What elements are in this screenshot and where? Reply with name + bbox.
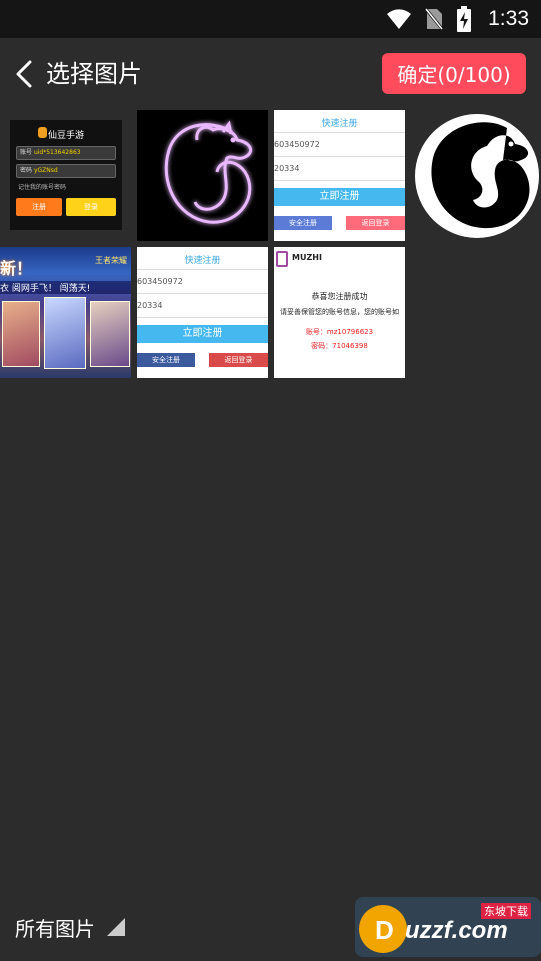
image-thumbnail-7[interactable]: MUZHI 恭喜您注册成功 请妥善保管您的账号信息，您的账号如 账号：mz107… bbox=[274, 247, 405, 378]
remember-checkbox-text: 记住我的账号密码 bbox=[18, 184, 67, 191]
watermark-tag: 东坡下载 bbox=[481, 903, 531, 919]
battery-charging-icon bbox=[457, 6, 472, 32]
secure-register-image: 安全注册 bbox=[274, 216, 332, 230]
account-text: 账号：mz10796623 bbox=[305, 328, 374, 336]
banner-tagline: 衣 阅网手飞！ 闯荡天! bbox=[0, 281, 131, 294]
album-selector[interactable]: 所有图片 bbox=[15, 913, 95, 942]
divider bbox=[274, 156, 405, 157]
chevron-left-icon bbox=[16, 60, 32, 88]
form-field-1: 603450972 bbox=[274, 140, 320, 149]
image-thumbnail-2[interactable] bbox=[137, 110, 268, 241]
image-thumbnail-3[interactable]: 快速注册 603450972 20334 立即注册 安全注册 返回登录 bbox=[274, 110, 405, 241]
login-button-image: 登录 bbox=[66, 198, 116, 216]
hero-card-3 bbox=[90, 301, 130, 367]
divider bbox=[137, 293, 268, 294]
status-bar: 1:33 bbox=[0, 0, 541, 38]
clock: 1:33 bbox=[488, 7, 529, 30]
wifi-icon bbox=[387, 9, 412, 29]
form-field-2: 20334 bbox=[274, 164, 300, 173]
notice-text: 请妥善保管您的账号信息，您的账号如 bbox=[280, 308, 399, 316]
register-button-image: 注册 bbox=[16, 198, 62, 216]
watermark-brand-text: uzzf.com bbox=[405, 917, 508, 944]
image-thumbnail-4[interactable] bbox=[411, 110, 541, 241]
submit-button-image: 立即注册 bbox=[137, 325, 268, 343]
squirrel-glow-logo-icon bbox=[164, 120, 253, 224]
triangle-down-icon[interactable] bbox=[107, 918, 125, 936]
image-thumbnail-5[interactable]: 新！ 王者荣耀 衣 阅网手飞！ 闯荡天! bbox=[0, 247, 131, 378]
muzhi-logo-icon bbox=[276, 251, 288, 267]
account-label: 账号 bbox=[20, 149, 33, 156]
login-screenshot: 仙豆手游 账号 uid*513642863 密码 yGZNsd 记住我的账号密码… bbox=[10, 120, 122, 230]
squirrel-logo-icon bbox=[415, 114, 539, 238]
back-login-image: 返回登录 bbox=[346, 216, 405, 230]
divider bbox=[137, 317, 268, 318]
back-login-image: 返回登录 bbox=[209, 353, 268, 367]
site-watermark: D uzzf.com 东坡下载 bbox=[355, 893, 541, 959]
app-logo-icon bbox=[38, 127, 47, 138]
password-text: 密码：71046398 bbox=[311, 342, 368, 350]
image-thumbnail-1[interactable]: 仙豆手游 账号 uid*513642863 密码 yGZNsd 记住我的账号密码… bbox=[0, 110, 131, 241]
page-title: 选择图片 bbox=[46, 60, 142, 88]
no-sim-icon bbox=[424, 7, 445, 31]
account-row: 账号 uid*513642863 bbox=[16, 146, 116, 160]
app-name-text: 仙豆手游 bbox=[48, 131, 85, 141]
back-button[interactable] bbox=[6, 56, 42, 92]
form-title: 快速注册 bbox=[184, 256, 221, 266]
form-field-2: 20334 bbox=[137, 301, 163, 310]
svg-text:D: D bbox=[375, 915, 394, 945]
banner-heading: 新！ bbox=[0, 259, 33, 278]
password-value: yGZNsd bbox=[33, 167, 58, 174]
confirm-button[interactable]: 确定(0/100) bbox=[382, 53, 526, 94]
hero-card-2 bbox=[44, 297, 86, 369]
divider bbox=[137, 269, 268, 270]
password-label: 密码 bbox=[20, 167, 33, 174]
secure-register-image: 安全注册 bbox=[137, 353, 195, 367]
top-app-bar: 选择图片 确定(0/100) bbox=[0, 38, 541, 110]
brand-text: MUZHI bbox=[292, 253, 322, 262]
password-row: 密码 yGZNsd bbox=[16, 164, 116, 178]
divider bbox=[274, 132, 405, 133]
submit-button-image: 立即注册 bbox=[274, 188, 405, 206]
banner-subtitle: 王者荣耀 bbox=[95, 256, 127, 265]
hero-card-1 bbox=[2, 301, 40, 367]
status-icons: 1:33 bbox=[386, 6, 529, 32]
image-thumbnail-6[interactable]: 快速注册 603450972 20334 立即注册 安全注册 返回登录 bbox=[137, 247, 268, 378]
success-text: 恭喜您注册成功 bbox=[311, 292, 368, 301]
form-field-1: 603450972 bbox=[137, 277, 183, 286]
account-value: uid*513642863 bbox=[33, 149, 81, 156]
divider bbox=[274, 180, 405, 181]
form-title: 快速注册 bbox=[321, 119, 358, 129]
